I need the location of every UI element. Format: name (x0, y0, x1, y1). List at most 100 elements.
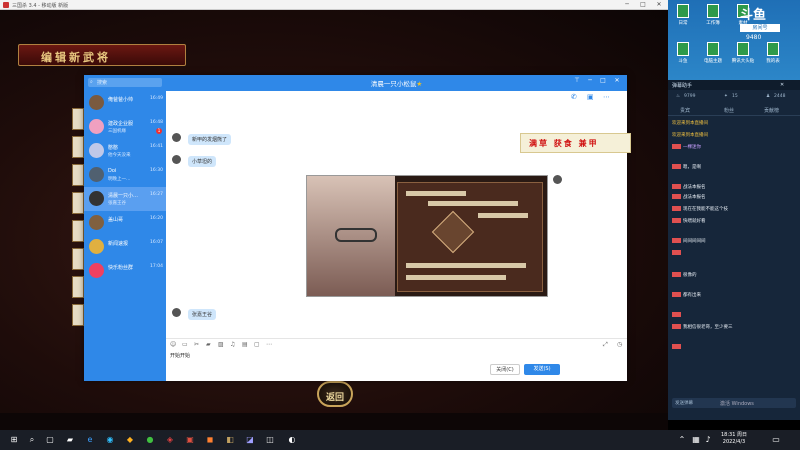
return-button[interactable]: 返回 (317, 381, 353, 407)
game-window-title: 三国杀 3.4 - 移动版 新版 (12, 3, 69, 9)
conversation-item[interactable]: 快乐粉丝群 17:04 (84, 259, 166, 283)
conversation-time: 16:27 (150, 192, 163, 197)
input-toolbar: ☺ ▭ ✂ ▰ ▨ ♫ ▤ ▢ ⋯ ⤢ ◷ (166, 338, 627, 350)
danmu-message: 间间间间间 (683, 239, 706, 244)
wechat-icon[interactable]: ● (144, 433, 156, 446)
game-bottom-bar (0, 413, 668, 430)
tab-ranking[interactable]: 贡献榜 (764, 107, 779, 114)
emoji-icon[interactable]: ☺ (170, 341, 176, 348)
conversation-time: 16:48 (150, 120, 163, 125)
app-icon[interactable]: ◆ (124, 433, 136, 446)
send-button[interactable]: 发送(S) (524, 364, 560, 375)
pin-icon[interactable]: ⊤ (571, 77, 583, 84)
desktop-icon[interactable]: 斗鱼 (668, 40, 698, 74)
close-icon[interactable]: ✕ (611, 77, 623, 84)
danmu-message: 战法本报名 (683, 195, 706, 200)
tray-icon[interactable]: ⌃ (676, 433, 688, 446)
conversation-time: 16:20 (150, 216, 163, 221)
desktop-icon[interactable]: 电脑主题 (698, 40, 728, 74)
desktop-icon[interactable]: 工作簿 (698, 2, 728, 36)
app-icon[interactable]: ◼ (204, 433, 216, 446)
conversation-item[interactable]: 憨憨 他今天没来 16:41 (84, 139, 166, 163)
close-button[interactable]: 关闭(C) (490, 364, 520, 375)
conversation-item-selected[interactable]: 清晨一只小… 张嘉王谷 16:27 (84, 187, 166, 211)
more-icon[interactable]: ⋯ (603, 93, 610, 101)
desktop-icon[interactable]: 腾讯大头贴 (728, 40, 758, 74)
music-icon[interactable]: ♫ (230, 341, 235, 348)
danmu-message: 很像的 (683, 273, 697, 278)
conversation-preview: 明晚上一… (108, 177, 131, 182)
file-icon (707, 42, 719, 56)
qq-icon[interactable]: ◉ (104, 433, 116, 446)
app-icon[interactable]: ◫ (264, 433, 276, 446)
avatar (89, 215, 104, 230)
sender-avatar (553, 175, 562, 184)
level-badge (672, 250, 681, 255)
edge-icon[interactable]: e (84, 433, 96, 446)
shared-screenshot[interactable] (306, 175, 548, 297)
message-list: 满草 获食 兼甲 新甲的发烟熊了 小草坦的 张嘉王谷 (166, 103, 631, 338)
conversation-item[interactable]: 新闻速报 16:07 (84, 235, 166, 259)
clock[interactable]: 18:31 周日 2022/4/3 (712, 432, 756, 446)
conversation-preview: 三国机缘 (108, 129, 126, 134)
app-icon[interactable]: ◧ (224, 433, 236, 446)
tab-fans[interactable]: 粉丝 (724, 107, 734, 114)
gif-icon[interactable]: ▭ (182, 341, 188, 348)
stat-value: 9799 (684, 94, 696, 99)
danmu-line: 欢迎来到本直播间 (672, 132, 798, 141)
conversation-item[interactable]: 建政企业服 三国机缘 16:48 1 (84, 115, 166, 139)
tab-vip[interactable]: 贵宾 (680, 107, 690, 114)
user-icon: ♟ (766, 94, 771, 99)
network-icon[interactable]: ▦ (690, 433, 702, 446)
level-badge (672, 272, 681, 277)
card-slot[interactable] (72, 276, 84, 298)
danmu-message: 欢迎来到本直播间 (672, 121, 708, 126)
screen-icon[interactable]: ▢ (254, 341, 260, 348)
windows-start-icon[interactable]: ⊞ (8, 433, 20, 446)
more-tools-icon[interactable]: ⋯ (266, 341, 272, 348)
card-slot[interactable] (72, 108, 84, 130)
conversation-time: 16:49 (150, 96, 163, 101)
search-icon[interactable]: ⌕ (26, 433, 38, 446)
obs-icon[interactable]: ◐ (286, 433, 298, 446)
app-icon[interactable]: ◪ (244, 433, 256, 446)
card-slot[interactable] (72, 192, 84, 214)
close-icon[interactable]: ✕ (780, 82, 784, 88)
maximize-icon[interactable]: □ (636, 1, 650, 8)
card-slot[interactable] (72, 304, 84, 326)
game-app-icon[interactable]: ◈ (164, 433, 176, 446)
card-slot[interactable] (72, 248, 84, 270)
sender-avatar (172, 308, 181, 317)
phone-icon[interactable]: ✆ (571, 93, 577, 101)
expand-icon[interactable]: ⤢ (603, 341, 608, 349)
card-slot[interactable] (72, 220, 84, 242)
desktop-icon[interactable]: 我的表 (758, 40, 788, 74)
folder-icon[interactable]: ▰ (206, 341, 211, 348)
minimize-icon[interactable]: ─ (620, 1, 634, 8)
conversation-item[interactable]: 俺爸爸小帅 16:49 (84, 91, 166, 115)
app-icon[interactable]: ▣ (184, 433, 196, 446)
folder-icon[interactable]: ▰ (64, 433, 76, 446)
level-badge (672, 184, 681, 189)
card-slot[interactable] (72, 164, 84, 186)
conversation-item[interactable]: 盖山哥 16:20 (84, 211, 166, 235)
danmu-line: 嗯，是啊 (672, 164, 798, 173)
desktop-icon[interactable]: 日常 (668, 2, 698, 36)
search-input[interactable]: ⌕ 搜索 (88, 78, 162, 87)
history-icon[interactable]: ◷ (617, 341, 622, 348)
conversation-time: 16:30 (150, 168, 163, 173)
minimize-icon[interactable]: ─ (584, 77, 596, 84)
doc-icon[interactable]: ▤ (242, 341, 248, 348)
task-view-icon[interactable]: ▢ (44, 433, 56, 446)
notification-icon[interactable]: ▭ (770, 433, 782, 446)
video-icon[interactable]: ▣ (587, 93, 594, 101)
scissors-icon[interactable]: ✂ (194, 341, 199, 348)
avatar (89, 167, 104, 182)
card-slot[interactable] (72, 136, 84, 158)
close-icon[interactable]: ✕ (652, 1, 666, 8)
danmu-line: 都有出来 (672, 292, 798, 301)
image-icon[interactable]: ▨ (218, 341, 224, 348)
conversation-item[interactable]: Doi 明晚上一… 16:30 (84, 163, 166, 187)
maximize-icon[interactable]: □ (597, 77, 609, 84)
level-badge (672, 206, 681, 211)
